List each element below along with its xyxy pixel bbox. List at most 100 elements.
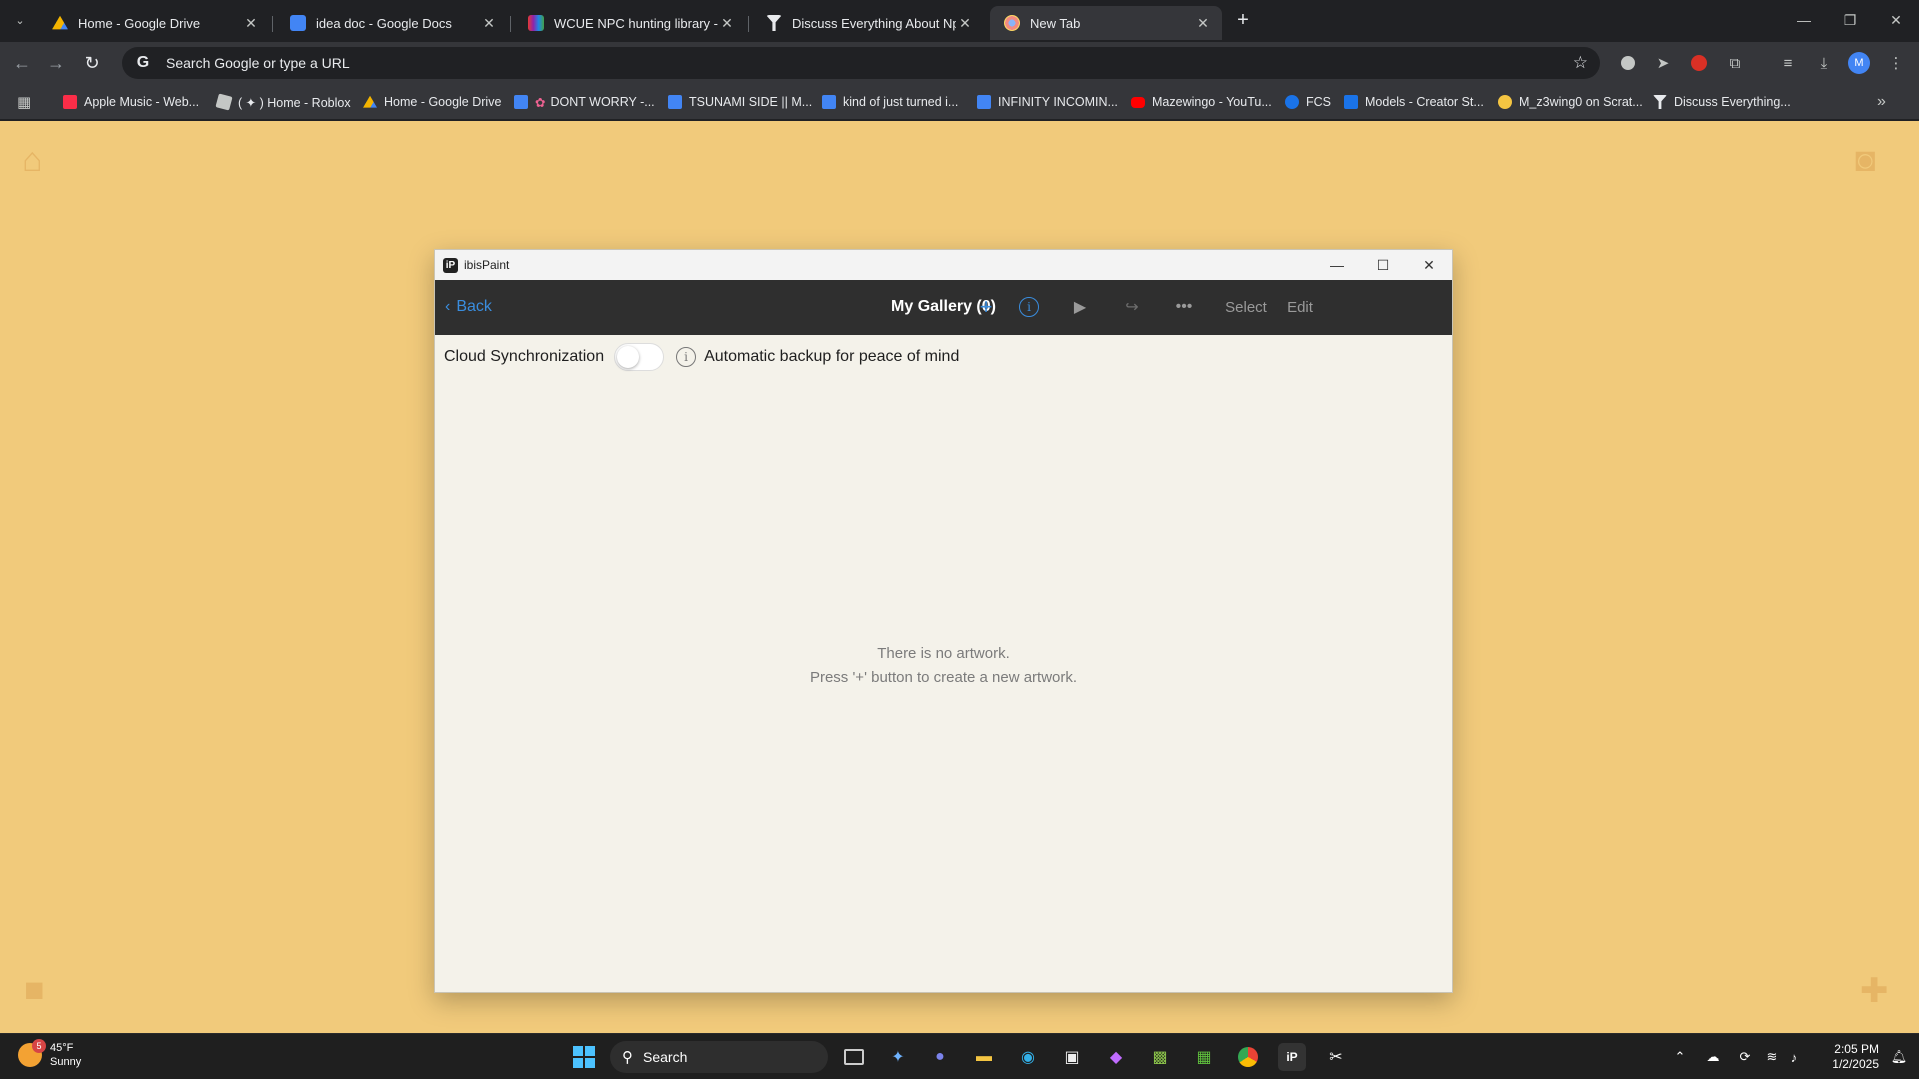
back-button[interactable]: ← — [9, 50, 35, 76]
maximize-button[interactable]: ☐ — [1360, 250, 1406, 280]
media-controls-icon[interactable]: ≡ — [1777, 52, 1799, 74]
minimize-button[interactable]: — — [1314, 250, 1360, 280]
empty-message-line2: Press '+' button to create a new artwork… — [809, 669, 1078, 686]
forward-button[interactable]: → — [43, 50, 69, 76]
google-drive-icon — [363, 95, 377, 108]
close-icon[interactable]: ✕ — [956, 14, 974, 32]
info-icon[interactable]: i — [676, 346, 697, 367]
minimize-icon: — — [1797, 12, 1811, 28]
onedrive-icon[interactable]: ☁ — [1703, 1047, 1723, 1067]
clock[interactable]: 2:05 PM 1/2/2025 — [1832, 1042, 1879, 1072]
youtube-extension-icon[interactable] — [1688, 52, 1710, 74]
bookmark-tsunami-side[interactable]: TSUNAMI SIDE || M... — [668, 93, 812, 111]
weather-widget[interactable]: 5 45°F Sunny — [18, 1039, 82, 1069]
speaker-icon[interactable]: ♪ — [1784, 1047, 1804, 1067]
bookmark-label: INFINITY INCOMIN... — [998, 95, 1118, 109]
tab-divider — [748, 16, 749, 32]
taskbar-search[interactable]: ⚲ Search — [610, 1041, 828, 1073]
bookmark-roblox[interactable]: ( ✦ ) Home - Roblox — [215, 93, 351, 111]
add-artwork-button[interactable]: + — [972, 293, 1000, 321]
bookmark-google-drive[interactable]: Home - Google Drive — [363, 93, 501, 111]
windows-start-icon[interactable] — [570, 1043, 598, 1071]
tab-discuss-npc[interactable]: Discuss Everything About Npc \ ✕ — [752, 6, 984, 40]
tab-new-tab[interactable]: New Tab ✕ — [990, 6, 1222, 40]
weather-desc: Sunny — [50, 1056, 82, 1068]
kebab-menu-icon[interactable]: ⋮ — [1885, 52, 1907, 74]
close-window-button[interactable]: ✕ — [1873, 0, 1919, 40]
tab-title: idea doc - Google Docs — [316, 15, 452, 31]
chrome-icon[interactable] — [1234, 1043, 1262, 1071]
tab-title: New Tab — [1030, 15, 1081, 31]
bookmark-apple-music[interactable]: Apple Music - Web... — [63, 93, 199, 111]
minecraft-icon[interactable]: ▦ — [1190, 1043, 1218, 1071]
teams-icon[interactable]: ● — [926, 1043, 954, 1071]
toggle-knob — [617, 345, 640, 368]
capcut-icon[interactable]: ✂ — [1322, 1043, 1350, 1071]
close-icon[interactable]: ✕ — [718, 14, 736, 32]
profile-avatar[interactable]: M — [1848, 52, 1870, 74]
home-icon[interactable]: ⌂ — [22, 141, 43, 180]
close-icon[interactable]: ✕ — [1194, 14, 1212, 32]
tab-title: Home - Google Drive — [78, 15, 201, 31]
share-icon: ↪ — [1125, 299, 1139, 316]
chevron-right-icon[interactable]: » — [1877, 93, 1886, 111]
new-tab-button[interactable]: + — [1232, 9, 1254, 31]
edit-button[interactable]: Edit — [1280, 293, 1320, 321]
bookmark-dont-worry[interactable]: ✿ DONT WORRY -... — [514, 93, 655, 111]
shopping-bag-icon[interactable]: ■ — [24, 971, 45, 1010]
tab-idea-doc[interactable]: idea doc - Google Docs ✕ — [276, 6, 508, 40]
close-icon[interactable]: ✕ — [242, 14, 260, 32]
wifi-icon[interactable]: ≋ — [1762, 1047, 1782, 1067]
close-icon[interactable]: ✕ — [480, 14, 498, 32]
ibispaint-window: iP ibisPaint — ☐ ✕ ‹ Back My Gallery (0)… — [434, 249, 1453, 993]
droplet-app-icon[interactable]: ◆ — [1102, 1043, 1130, 1071]
select-button[interactable]: Select — [1219, 293, 1273, 321]
restore-icon: ❐ — [1843, 11, 1857, 28]
cursor-extension-icon[interactable]: ➤ — [1652, 52, 1674, 74]
apps-grid-icon[interactable]: ▦ — [17, 93, 31, 111]
fandom-icon — [1653, 95, 1667, 109]
cloud-sync-toggle[interactable] — [614, 342, 665, 371]
share-button[interactable]: ↪ — [1118, 293, 1146, 321]
extension-circle-icon[interactable] — [1617, 52, 1639, 74]
google-docs-icon — [514, 95, 528, 109]
minimize-button[interactable]: — — [1781, 0, 1827, 40]
gallery-header: ‹ Back My Gallery (0) + i ▶ ↪ ••• Select… — [435, 280, 1452, 335]
address-bar[interactable]: G Search Google or type a URL ☆ — [122, 47, 1600, 79]
more-button[interactable]: ••• — [1170, 293, 1198, 321]
cloud-sync-label: Cloud Synchronization — [444, 347, 605, 365]
bookmark-kind-of-just[interactable]: kind of just turned i... — [822, 93, 958, 111]
gift-icon[interactable]: ✚ — [1860, 971, 1889, 1011]
camera-icon[interactable]: ◙ — [1855, 141, 1876, 180]
tab-search-button[interactable]: ⌄ — [8, 8, 32, 32]
restore-button[interactable]: ❐ — [1827, 0, 1873, 40]
chevron-up-icon[interactable]: ⌃ — [1670, 1047, 1690, 1067]
reload-button[interactable]: ↻ — [79, 50, 105, 76]
task-view-icon[interactable] — [840, 1043, 868, 1071]
store-icon[interactable]: ▣ — [1058, 1043, 1086, 1071]
apple-music-icon — [63, 95, 77, 109]
play-button[interactable]: ▶ — [1066, 293, 1094, 321]
google-docs-icon — [290, 15, 306, 31]
copilot-icon[interactable]: ✦ — [884, 1043, 912, 1071]
file-explorer-icon[interactable]: ▬ — [970, 1043, 998, 1071]
star-icon[interactable]: ☆ — [1573, 53, 1588, 73]
bookmark-mazewingo-youtube[interactable]: Mazewingo - YouTu... — [1131, 93, 1272, 111]
game-app-icon[interactable]: ▩ — [1146, 1043, 1174, 1071]
fcs-icon — [1285, 95, 1299, 109]
bell-icon[interactable]: 🔔︎ — [1889, 1047, 1909, 1067]
tab-google-drive[interactable]: Home - Google Drive ✕ — [38, 6, 270, 40]
bookmark-fcs[interactable]: FCS — [1285, 93, 1331, 111]
edge-icon[interactable]: ◉ — [1014, 1043, 1042, 1071]
bookmark-discuss-everything[interactable]: Discuss Everything... — [1653, 93, 1791, 111]
ibispaint-taskbar-icon[interactable]: iP — [1278, 1043, 1306, 1071]
tab-wcue-library[interactable]: WCUE NPC hunting library - Bo ✕ — [514, 6, 746, 40]
close-window-button[interactable]: ✕ — [1406, 250, 1452, 280]
download-icon[interactable]: ⤓ — [1813, 52, 1835, 74]
info-button[interactable]: i — [1015, 293, 1043, 321]
bookmark-models-creator[interactable]: Models - Creator St... — [1344, 93, 1484, 111]
puzzle-icon[interactable]: ⧉ — [1724, 52, 1746, 74]
bookmark-infinity-incoming[interactable]: INFINITY INCOMIN... — [977, 93, 1118, 111]
bookmark-scratch[interactable]: M_z3wing0 on Scrat... — [1498, 93, 1643, 111]
sync-icon[interactable]: ⟳ — [1735, 1047, 1755, 1067]
